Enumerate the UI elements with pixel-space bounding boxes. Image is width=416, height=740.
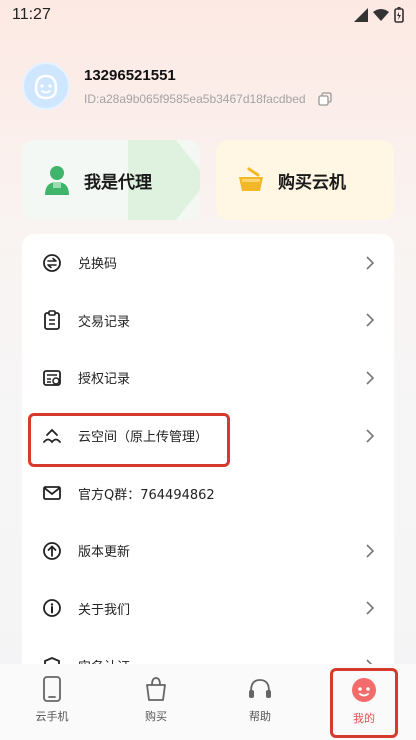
signal-icon [354,8,368,22]
menu-item-version-update[interactable]: 版本更新 [22,522,394,580]
copy-icon[interactable] [317,91,332,106]
chevron-right-icon [366,371,374,385]
battery-icon [394,7,404,23]
menu-item-cloud-space[interactable]: 云空间（原上传管理） [22,407,394,467]
menu-item-label: 关于我们 [78,602,131,618]
feature-cards: 我是代理 购买云机 [22,140,394,220]
chevron-right-icon [366,601,374,615]
tab-label: 购买 [145,710,167,723]
menu-item-redeem-code[interactable]: 兑换码 [22,234,394,292]
avatar-face-icon [34,74,58,100]
buy-cloud-card[interactable]: 购买云机 [216,140,394,220]
menu-item-about-us[interactable]: 关于我们 [22,580,394,638]
buy-cloud-card-label: 购买云机 [278,172,346,193]
menu-item-label: 兑换码 [78,257,118,273]
shopping-cart-icon [239,167,263,191]
chevron-right-icon [366,313,374,327]
chevron-right-icon [366,429,374,443]
chevron-right-icon [366,544,374,558]
avatar[interactable] [22,62,70,110]
tab-label: 帮助 [249,710,271,723]
menu-item-official-qq-group[interactable]: 官方Q群：764494862 [22,464,394,522]
menu-item-label: 交易记录 [78,314,131,330]
update-arrow-icon [42,541,62,561]
phone-icon [43,676,61,702]
menu-item-authorization-records[interactable]: 授权记录 [22,349,394,407]
headset-icon [249,679,271,698]
status-time: 11:27 [12,6,51,23]
mail-icon [42,483,62,503]
authorization-record-icon [42,368,62,388]
menu-item-label: 官方Q群：764494862 [78,487,215,503]
user-phone: 13296521551 [84,66,176,84]
tab-purchase[interactable]: 购买 [104,664,208,740]
menu-item-label: 授权记录 [78,372,131,388]
agent-card-label: 我是代理 [84,172,152,193]
agent-card[interactable]: 我是代理 [22,140,200,220]
status-icons [354,7,404,23]
menu-item-label: 版本更新 [78,545,131,561]
tab-cloud-phone[interactable]: 云手机 [0,664,104,740]
tab-help[interactable]: 帮助 [208,664,312,740]
cloud-space-highlight-box [28,412,230,467]
shopping-bag-icon [146,677,166,701]
profile-header[interactable]: 13296521551 ID:a28a9b065f9585ea5b3467d18… [22,62,394,110]
mine-tab-highlight-box [330,668,398,738]
info-icon [42,598,62,618]
redeem-code-icon [42,253,62,273]
chevron-right-icon [366,256,374,270]
menu-list: 兑换码 交易记录 授权记录 云空间（原上传管理） 官方Q群：764494862 [22,234,394,674]
user-id: ID:a28a9b065f9585ea5b3467d18facdbed [84,91,306,106]
wifi-icon [373,9,389,21]
tab-label: 云手机 [35,710,69,723]
agent-icon [45,166,69,195]
clipboard-icon [42,310,62,331]
menu-item-transaction-records[interactable]: 交易记录 [22,292,394,350]
status-bar: 11:27 [0,0,416,30]
